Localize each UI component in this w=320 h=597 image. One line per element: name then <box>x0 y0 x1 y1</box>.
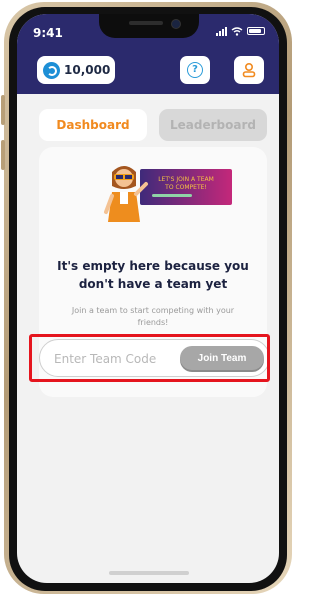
tab-bar: Dashboard Leaderboard <box>39 109 269 143</box>
profile-icon <box>242 62 256 78</box>
mascot-illustration: LET'S JOIN A TEAM TO COMPETE! <box>104 166 232 222</box>
tab-leaderboard[interactable]: Leaderboard <box>159 109 267 141</box>
status-time: 9:41 <box>33 26 63 40</box>
banner-text-2: TO COMPETE! <box>164 184 207 191</box>
signal-icon <box>216 26 227 36</box>
empty-title-line-1: It's empty here because you <box>57 259 249 273</box>
speaker <box>129 21 163 25</box>
status-icons <box>216 26 265 36</box>
camera <box>171 19 181 29</box>
help-button[interactable]: ? <box>180 56 210 84</box>
coin-balance[interactable]: 10,000 <box>37 56 115 84</box>
coin-icon <box>43 61 60 79</box>
empty-state-subtitle: Join a team to start competing with your… <box>71 306 235 327</box>
side-button <box>1 140 5 170</box>
home-indicator <box>109 571 189 575</box>
help-icon: ? <box>187 62 203 78</box>
empty-state-title: It's empty here because you don't have a… <box>39 257 267 293</box>
wifi-icon <box>231 26 243 36</box>
profile-button[interactable] <box>234 56 264 84</box>
empty-title-line-2: don't have a team yet <box>78 277 228 291</box>
coin-value: 10,000 <box>64 63 111 77</box>
battery-icon <box>247 27 265 35</box>
banner-text-1: LET'S JOIN A TEAM <box>158 176 214 183</box>
side-button <box>1 95 5 125</box>
highlight-box <box>29 334 270 382</box>
screen: 9:41 10,000 ? Dashboard Leaderboard LET'… <box>17 14 279 583</box>
tab-dashboard[interactable]: Dashboard <box>39 109 147 141</box>
notch <box>99 14 199 38</box>
